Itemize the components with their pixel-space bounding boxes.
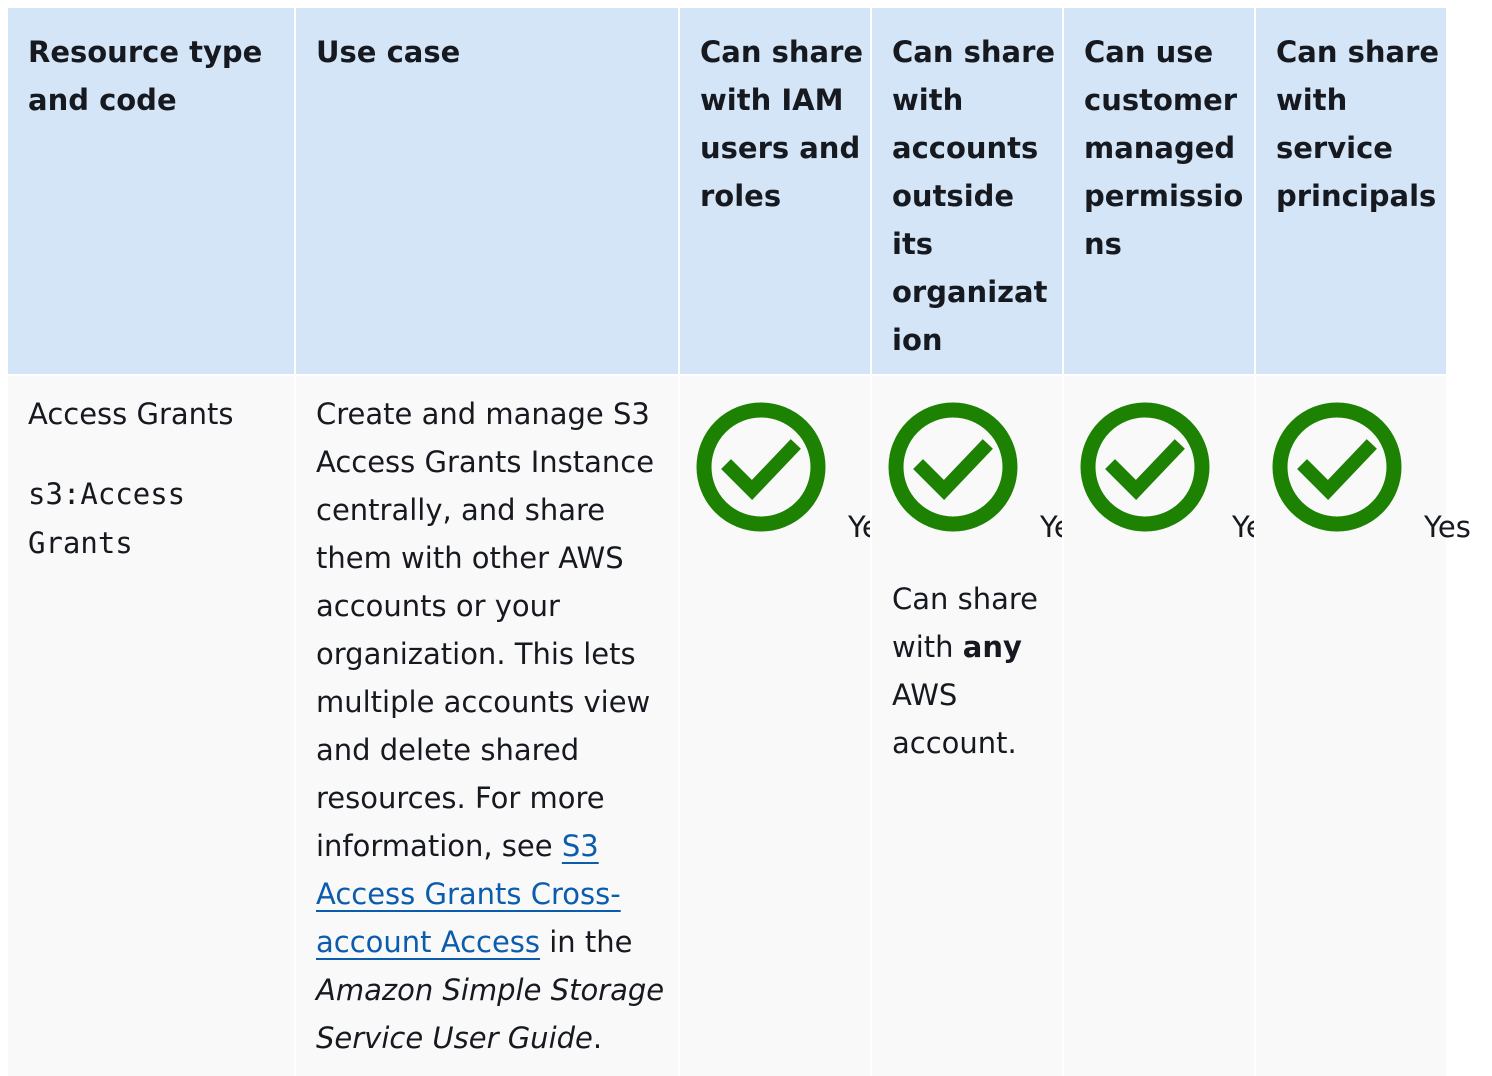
use-case-description: Create and manage S3 Access Grants Insta…	[316, 390, 666, 1062]
header-share-iam: Can share with IAM users and roles	[700, 35, 864, 213]
column-divider	[870, 8, 872, 1076]
row-divider	[8, 374, 1446, 376]
resource-code: s3:Access Grants	[28, 477, 186, 560]
note-suffix: AWS account.	[892, 678, 1017, 760]
check-circle-icon	[888, 402, 1018, 532]
column-divider	[1062, 8, 1064, 1076]
header-resource-type: Resource type and code	[28, 35, 263, 117]
column-divider	[294, 8, 296, 1076]
note-emphasis: any	[962, 630, 1022, 664]
header-share-outside-org: Can share with accounts outside its orga…	[892, 35, 1056, 357]
resource-share-table: Resource type and code Use case Can shar…	[8, 8, 1471, 1076]
column-divider	[1254, 8, 1256, 1076]
yes-label-iam: Yes	[848, 510, 870, 544]
use-case-mid: in the	[540, 925, 633, 959]
header-use-case: Use case	[316, 35, 461, 69]
yes-label-customer-managed: Yes	[1232, 510, 1254, 544]
yes-label-outside-org: Yes	[1040, 510, 1062, 544]
use-case-text: Create and manage S3 Access Grants Insta…	[316, 397, 655, 863]
column-divider	[678, 8, 680, 1076]
yes-label-service-principals: Yes	[1424, 510, 1471, 544]
check-circle-icon	[1080, 402, 1210, 532]
resource-name: Access Grants	[28, 397, 234, 431]
check-circle-icon	[1272, 402, 1402, 532]
outside-org-note: Can share with any AWS account.	[892, 575, 1052, 767]
user-guide-title: Amazon Simple Storage Service User Guide	[316, 973, 665, 1055]
header-customer-managed: Can use customer managed permissio ns	[1084, 35, 1244, 261]
use-case-end: .	[592, 1021, 603, 1055]
header-service-principals: Can share with service principals	[1276, 35, 1440, 213]
check-circle-icon	[696, 402, 826, 532]
